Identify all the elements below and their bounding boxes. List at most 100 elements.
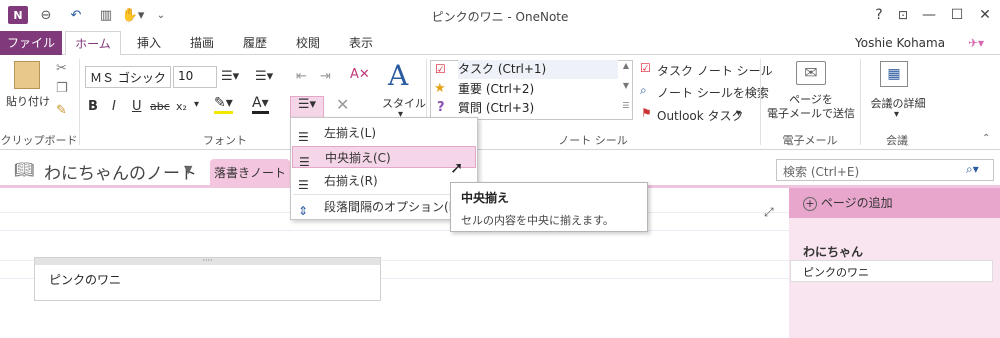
decrease-indent-icon[interactable]: ⇤ bbox=[296, 69, 307, 84]
tab-file[interactable]: ファイル bbox=[0, 31, 62, 56]
help-button[interactable]: ? bbox=[868, 6, 890, 24]
tags-more-icon[interactable]: ☰ bbox=[620, 101, 632, 110]
find-tags-button[interactable]: ノート シールを検索 bbox=[657, 84, 769, 101]
important-star-icon: ★ bbox=[434, 81, 446, 96]
paste-button[interactable]: 貼り付け bbox=[6, 93, 50, 109]
paragraph-spacing-icon: ⇕ bbox=[298, 204, 309, 218]
meeting-details-icon[interactable]: ▦ bbox=[880, 61, 908, 87]
close-button[interactable]: ✕ bbox=[974, 6, 996, 24]
align-left-item[interactable]: ☰ 左揃え(L) bbox=[292, 122, 476, 144]
clear-formatting-icon[interactable]: A✕ bbox=[350, 67, 370, 82]
expand-page-icon[interactable]: ⤢ bbox=[764, 205, 774, 220]
tag-item-important[interactable]: 重要 (Ctrl+2) bbox=[458, 80, 618, 99]
email-envelope-icon[interactable]: ✉ bbox=[796, 61, 826, 85]
section-tab[interactable]: 落書きノート bbox=[210, 159, 290, 187]
mouse-cursor-icon: ➚ bbox=[450, 158, 464, 177]
page-list-item[interactable]: ピンクのワニ bbox=[790, 260, 993, 282]
email-group-label: 電子メール bbox=[782, 134, 838, 147]
note-container[interactable]: ···· ピンクのワニ bbox=[34, 257, 381, 301]
align-center-item[interactable]: ☰ 中央揃え(C) bbox=[292, 146, 476, 169]
strikethrough-button[interactable]: abc bbox=[150, 100, 170, 113]
notebook-name[interactable]: わにちゃんのノート bbox=[44, 159, 197, 184]
note-text[interactable]: ピンクのワニ bbox=[49, 271, 121, 288]
page-group-header[interactable]: わにちゃん bbox=[803, 243, 863, 260]
align-left-label: 左揃え(L) bbox=[324, 126, 377, 140]
font-name-select[interactable]: ＭＳ ゴシック bbox=[85, 66, 171, 88]
subscript-dropdown-icon[interactable]: ▾ bbox=[194, 99, 199, 110]
numbering-icon[interactable]: ☰▾ bbox=[255, 69, 273, 84]
tag-item-task[interactable]: タスク (Ctrl+1) bbox=[458, 60, 618, 79]
tooltip: 中央揃え セルの内容を中央に揃えます。 bbox=[450, 182, 648, 232]
email-page-button[interactable]: ページを 電子メールで送信 bbox=[766, 93, 856, 121]
window-title: ピンクのワニ - OneNote bbox=[431, 10, 569, 24]
font-size-select[interactable]: 10 bbox=[173, 66, 217, 88]
align-center-label: 中央揃え(C) bbox=[325, 151, 391, 165]
font-name-value: ＭＳ ゴシック bbox=[90, 71, 166, 85]
search-icon[interactable]: ⌕▾ bbox=[966, 162, 979, 177]
separator bbox=[860, 59, 861, 145]
bullets-icon[interactable]: ☰▾ bbox=[221, 69, 239, 84]
tab-history[interactable]: 履歴 bbox=[237, 31, 273, 56]
find-tags-icon: ⌕ bbox=[640, 83, 647, 97]
meetings-group-label: 会議 bbox=[886, 134, 908, 147]
tab-insert[interactable]: 挿入 bbox=[131, 31, 167, 56]
notebook-dropdown-icon[interactable]: ▼ bbox=[184, 163, 192, 176]
align-right-item[interactable]: ☰ 右揃え(R) bbox=[292, 170, 476, 192]
tags-scroll-down-icon[interactable]: ▼ bbox=[620, 81, 632, 90]
tab-review[interactable]: 校閲 bbox=[290, 31, 326, 56]
menu-separator bbox=[293, 194, 475, 195]
to-do-tag-button[interactable]: タスク ノート シール bbox=[657, 62, 773, 79]
delete-icon[interactable]: ✕ bbox=[336, 95, 349, 114]
clipboard-group-label: クリップボード bbox=[0, 134, 78, 147]
add-page-button[interactable]: + ページの追加 bbox=[789, 188, 1000, 218]
paste-icon[interactable] bbox=[14, 61, 40, 89]
ribbon-tabs: ファイル ホーム 挿入 描画 履歴 校閲 表示 Yoshie Kohama ✈▾ bbox=[0, 31, 1000, 56]
paragraph-spacing-item[interactable]: ⇕ 段落間隔のオプション(P)... bbox=[292, 196, 476, 218]
separator bbox=[760, 59, 761, 145]
align-right-label: 右揃え(R) bbox=[324, 174, 378, 188]
tab-draw[interactable]: 描画 bbox=[184, 31, 220, 56]
collapse-ribbon-icon[interactable]: ⌃ bbox=[982, 133, 990, 144]
font-color-icon[interactable]: A▾ bbox=[252, 95, 269, 114]
add-page-icon: + bbox=[803, 197, 817, 211]
note-container-handle[interactable]: ···· bbox=[35, 257, 380, 265]
title-bar: N ⊖ ↶ ▥ ✋▾ ⌄ ピンクのワニ - OneNote ? ⊡ — ☐ ✕ bbox=[0, 0, 1000, 31]
maximize-button[interactable]: ☐ bbox=[946, 6, 968, 24]
outlook-tasks-button[interactable]: Outlook タスク bbox=[657, 107, 744, 124]
subscript-button[interactable]: x₂ bbox=[176, 100, 187, 113]
add-page-label: ページの追加 bbox=[820, 196, 893, 210]
tag-item-question[interactable]: 質問 (Ctrl+3) bbox=[458, 99, 618, 118]
tooltip-title: 中央揃え bbox=[461, 191, 510, 205]
styles-button[interactable]: スタイル bbox=[382, 95, 426, 111]
font-size-value: 10 bbox=[178, 69, 194, 83]
styles-icon[interactable]: A bbox=[388, 59, 408, 92]
rule-line bbox=[0, 230, 789, 231]
underline-button[interactable]: U bbox=[132, 99, 142, 114]
full-page-view-button[interactable]: ⊡ bbox=[892, 6, 914, 24]
minimize-button[interactable]: — bbox=[918, 6, 940, 24]
highlight-color-icon[interactable]: ✎▾ bbox=[214, 95, 233, 114]
copy-icon[interactable]: ❐ bbox=[56, 81, 68, 96]
question-icon: ? bbox=[437, 100, 445, 115]
task-checkbox-icon: ☑ bbox=[435, 62, 446, 76]
tab-home[interactable]: ホーム bbox=[65, 31, 121, 56]
search-placeholder: 検索 (Ctrl+E) bbox=[783, 165, 860, 179]
meeting-dropdown-icon[interactable]: ▾ bbox=[894, 109, 899, 120]
user-avatar-icon[interactable]: ✈▾ bbox=[957, 31, 995, 56]
user-name[interactable]: Yoshie Kohama bbox=[855, 31, 955, 56]
tab-view[interactable]: 表示 bbox=[343, 31, 379, 56]
ribbon: 貼り付け ✂ ❐ ✎ クリップボード ＭＳ ゴシック 10 ☰▾ ☰▾ ⇤ ⇥ … bbox=[0, 55, 1000, 150]
align-right-icon: ☰ bbox=[298, 178, 309, 192]
tags-scroll-up-icon[interactable]: ▲ bbox=[620, 61, 632, 70]
tooltip-body: セルの内容を中央に揃えます。 bbox=[461, 214, 614, 227]
search-input[interactable]: 検索 (Ctrl+E) bbox=[776, 159, 994, 181]
cut-icon[interactable]: ✂ bbox=[56, 61, 67, 76]
italic-button[interactable]: I bbox=[112, 99, 116, 114]
bold-button[interactable]: B bbox=[88, 99, 98, 114]
notebook-icon: 📖︎ bbox=[14, 160, 35, 179]
outlook-dropdown-icon[interactable]: ▾ bbox=[736, 108, 741, 119]
increase-indent-icon[interactable]: ⇥ bbox=[320, 69, 331, 84]
paragraph-alignment-button[interactable]: ☰▾ bbox=[290, 96, 324, 118]
align-center-icon: ☰ bbox=[299, 155, 310, 169]
format-painter-icon[interactable]: ✎ bbox=[56, 103, 67, 118]
